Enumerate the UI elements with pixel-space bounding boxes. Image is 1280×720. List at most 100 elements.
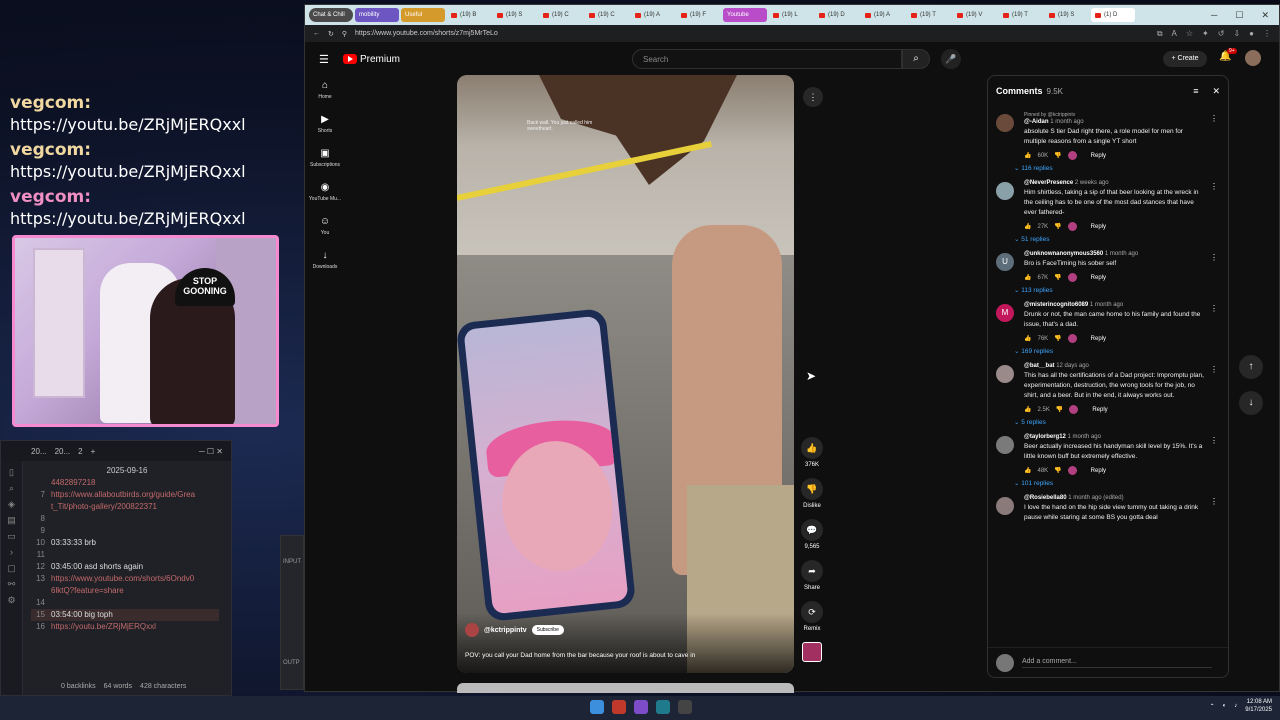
comment-author[interactable]: @unknownanonymous3560 (1024, 251, 1103, 257)
comment-menu-icon[interactable]: ⋮ (1210, 365, 1218, 374)
browser-tab[interactable]: (19) V (953, 8, 997, 22)
account-avatar[interactable] (1245, 50, 1261, 66)
voice-search-icon[interactable]: 🎤 (941, 49, 961, 69)
browser-tab[interactable]: (19) S (493, 8, 537, 22)
browser-tab[interactable]: (1) D (1091, 8, 1135, 22)
browser-tab[interactable]: Useful (401, 8, 445, 22)
tray-chevron-icon[interactable]: ⌃ (1210, 703, 1215, 710)
add-comment-input[interactable]: Add a comment... (1022, 658, 1212, 668)
sort-icon[interactable]: ≡ (1193, 86, 1198, 97)
like-icon[interactable]: 👍 (1024, 274, 1031, 281)
bookmark-star-icon[interactable]: ☆ (1186, 29, 1193, 39)
browser-tab[interactable]: Youtube (723, 8, 767, 22)
browser-tab[interactable]: mobility (355, 8, 399, 22)
like-icon[interactable]: 👍 (1024, 335, 1031, 342)
nav-item-you[interactable]: ☺ You (305, 216, 345, 236)
dislike-button[interactable]: 👎 Dislike (799, 478, 825, 509)
view-replies-button[interactable]: ⌄ 113 replies (1014, 286, 1220, 294)
browser-tab[interactable]: (19) A (631, 8, 675, 22)
download-icon[interactable]: ⇩ (1233, 29, 1240, 39)
reply-button[interactable]: Reply (1091, 224, 1106, 230)
note-link[interactable]: https://youtu.be/ZRjMjERQxxl (51, 621, 156, 633)
dislike-icon[interactable]: 👎 (1054, 152, 1061, 159)
comment-author[interactable]: @NeverPresence (1024, 180, 1073, 186)
like-icon[interactable]: 👍 (1024, 406, 1031, 413)
dislike-icon[interactable]: 👎 (1054, 274, 1061, 281)
browser-tab[interactable]: (19) C (539, 8, 583, 22)
view-replies-button[interactable]: ⌄ 51 replies (1014, 235, 1220, 243)
comment-author[interactable]: @taylorberg12 (1024, 434, 1066, 440)
new-tab-icon[interactable]: + (91, 447, 96, 456)
remix-thumbnail[interactable] (802, 642, 822, 662)
reply-button[interactable]: Reply (1091, 336, 1106, 342)
back-icon[interactable]: ← (313, 30, 320, 37)
browser-tab[interactable]: (19) T (999, 8, 1043, 22)
like-button[interactable]: 👍 376K (799, 437, 825, 468)
reply-button[interactable]: Reply (1091, 275, 1106, 281)
browser-tab[interactable]: (19) A (861, 8, 905, 22)
note-link[interactable]: t_Tit/photo-gallery/200822371 (51, 501, 157, 513)
comment-avatar[interactable] (996, 497, 1014, 515)
link-icon[interactable]: ⚯ (1, 579, 22, 589)
taskbar-app-icon[interactable] (612, 700, 626, 714)
comment-menu-icon[interactable]: ⋮ (1210, 436, 1218, 445)
browser-tab[interactable]: (19) D (815, 8, 859, 22)
note-editor[interactable]: 4482897218 7 https://www.allaboutbirds.org… (31, 477, 219, 633)
command-icon[interactable]: › (1, 547, 22, 557)
comment-author[interactable]: @misterincognito6089 (1024, 302, 1088, 308)
like-icon[interactable]: 👍 (1024, 223, 1031, 230)
browser-taskbar-icon[interactable] (656, 700, 670, 714)
view-replies-button[interactable]: ⌄ 5 replies (1014, 418, 1220, 426)
settings-icon[interactable]: ⚙ (1, 595, 22, 605)
youtube-logo[interactable]: Premium (343, 54, 400, 65)
comment-button[interactable]: 💬 9,565 (799, 519, 825, 550)
browser-tab[interactable]: (19) C (585, 8, 629, 22)
browser-tab[interactable]: (19) T (907, 8, 951, 22)
install-icon[interactable]: ⧉ (1157, 29, 1163, 39)
browser-tab[interactable]: Chat & Chill (309, 8, 353, 22)
browser-menu-icon[interactable]: ⋮ (1263, 29, 1271, 39)
translate-icon[interactable]: A (1172, 29, 1177, 39)
reply-button[interactable]: Reply (1091, 468, 1106, 474)
browser-tab[interactable]: (19) L (769, 8, 813, 22)
previous-short-arrow-icon[interactable]: ↑ (1239, 355, 1263, 379)
browser-tab[interactable]: (19) S (1045, 8, 1089, 22)
close-icon[interactable]: ✕ (1212, 86, 1220, 97)
hamburger-menu-icon[interactable]: ☰ (319, 53, 329, 66)
search-icon[interactable]: ⌕ (1, 483, 22, 493)
search-input[interactable]: Search (632, 49, 902, 69)
comment-author[interactable]: @Rosiebella80 (1024, 495, 1067, 501)
dislike-icon[interactable]: 👎 (1054, 467, 1061, 474)
extensions-icon[interactable]: ✦ (1202, 29, 1209, 39)
nav-item-youtube-mu-[interactable]: ◉ YouTube Mu... (305, 182, 345, 202)
dislike-icon[interactable]: 👎 (1056, 406, 1063, 413)
comment-avatar[interactable] (996, 114, 1014, 132)
graph-icon[interactable]: ◈ (1, 499, 22, 509)
reload-icon[interactable]: ↻ (328, 30, 334, 38)
url-field[interactable]: https://www.youtube.com/shorts/z7mj5MrTe… (355, 30, 1149, 37)
comment-menu-icon[interactable]: ⋮ (1210, 497, 1218, 506)
search-button[interactable]: ⌕ (902, 49, 930, 69)
browser-tab[interactable]: (19) B (447, 8, 491, 22)
subscribe-button[interactable]: Subscribe (531, 625, 564, 635)
minimize-icon[interactable]: ─ (1211, 10, 1217, 21)
share-button[interactable]: ➦ Share (799, 560, 825, 591)
site-info-icon[interactable]: ⚲ (342, 30, 347, 38)
backlinks-count[interactable]: 0 backlinks (61, 683, 96, 690)
nav-item-downloads[interactable]: ↓ Downloads (305, 250, 345, 270)
note-link[interactable]: https://www.allaboutbirds.org/guide/Grea (51, 489, 195, 501)
like-icon[interactable]: 👍 (1024, 467, 1031, 474)
start-icon[interactable] (590, 700, 604, 714)
dislike-icon[interactable]: 👎 (1054, 223, 1061, 230)
clock[interactable]: 12:08 AM 9/17/2025 (1245, 698, 1272, 714)
taskbar-app-icon[interactable] (634, 700, 648, 714)
view-replies-button[interactable]: ⌄ 169 replies (1014, 347, 1220, 355)
view-replies-button[interactable]: ⌄ 101 replies (1014, 479, 1220, 487)
nav-item-subscriptions[interactable]: ▣ Subscriptions (305, 148, 345, 168)
short-video-player[interactable]: Back wall. You just called him sweethear… (457, 75, 794, 673)
template-icon[interactable]: ▢ (1, 563, 22, 573)
window-controls[interactable]: ─ ☐ ✕ (199, 447, 231, 456)
more-options-icon[interactable]: ⋮ (803, 87, 823, 107)
view-replies-button[interactable]: ⌄ 116 replies (1014, 164, 1220, 172)
note-link[interactable]: 6lktQ?feature=share (51, 585, 124, 597)
